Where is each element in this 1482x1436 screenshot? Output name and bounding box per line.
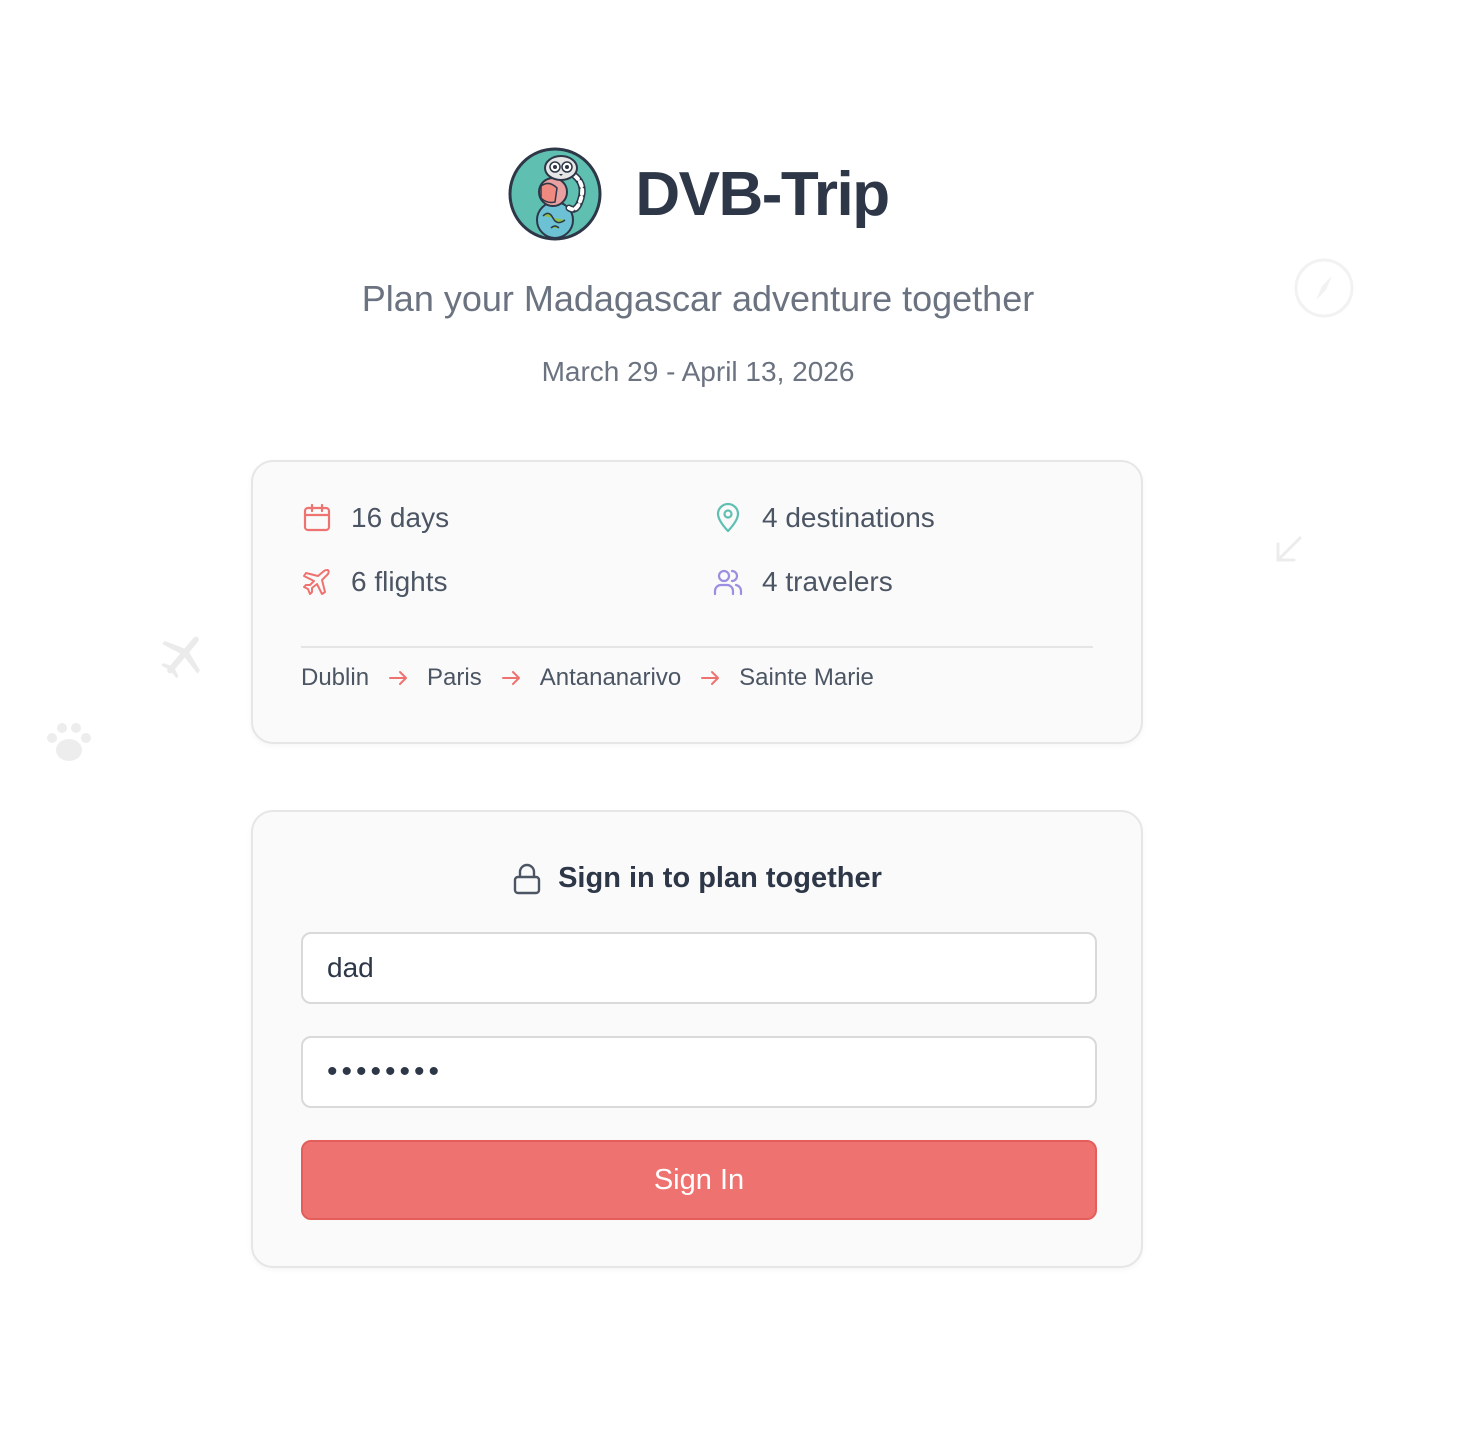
route-stop: Sainte Marie	[739, 664, 874, 691]
users-icon	[713, 569, 743, 596]
divider	[301, 646, 1093, 648]
route-stop: Antananarivo	[539, 664, 682, 691]
stat-days: 16 days	[301, 498, 712, 538]
paw-print-icon	[47, 723, 91, 761]
lemur-logo-icon	[508, 147, 602, 241]
stat-flights-label: 6 flights	[351, 566, 448, 597]
stat-flights: 6 flights	[301, 562, 712, 602]
route-stop: Paris	[427, 664, 482, 691]
arrow-right-icon	[701, 671, 720, 685]
calendar-icon	[303, 503, 331, 532]
arrow-right-icon	[389, 671, 408, 685]
stat-destinations: 4 destinations	[712, 498, 1093, 538]
app-title: DVB-Trip	[635, 159, 890, 229]
brand-header: DVB-Trip	[0, 146, 1396, 242]
trip-dates: March 29 - April 13, 2026	[541, 356, 855, 387]
stat-destinations-label: 4 destinations	[762, 502, 935, 533]
map-pin-icon	[716, 502, 740, 533]
lock-icon	[513, 863, 541, 894]
trip-stats: 16 days 4 destinations 6 flights 4 trave…	[301, 498, 1093, 602]
login-heading: Sign in to plan together	[558, 862, 882, 894]
tagline: Plan your Madagascar adventure together	[361, 278, 1035, 319]
password-input[interactable]	[301, 1036, 1097, 1108]
route-stop: Dublin	[301, 664, 370, 691]
arrow-right-icon	[501, 671, 520, 685]
username-input[interactable]	[301, 932, 1097, 1004]
stat-days-label: 16 days	[351, 502, 450, 533]
trip-summary-card: 16 days 4 destinations 6 flights 4 trave…	[251, 460, 1143, 744]
route: Dublin Paris Antananarivo Sainte Marie	[301, 664, 874, 692]
sign-in-button[interactable]: Sign In	[301, 1140, 1097, 1220]
stat-travelers-label: 4 travelers	[762, 566, 893, 597]
stat-travelers: 4 travelers	[712, 562, 1093, 602]
arrow-down-left-icon	[1276, 536, 1302, 562]
plane-icon	[303, 569, 330, 595]
login-header: Sign in to plan together	[253, 862, 1141, 895]
login-card: Sign in to plan together Sign In	[251, 810, 1143, 1268]
airplane-icon	[161, 636, 200, 679]
